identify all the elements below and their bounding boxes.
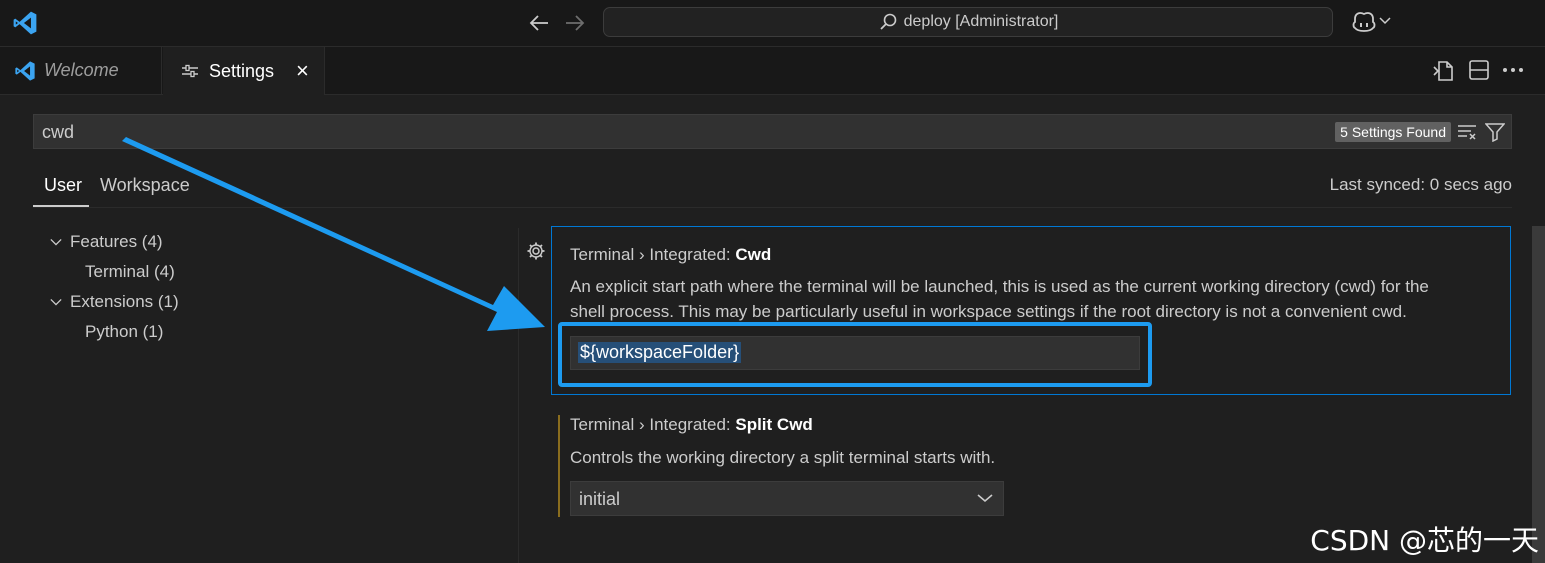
sync-status: Last synced: 0 secs ago (1329, 175, 1512, 194)
setting-title: Terminal › Integrated: Split Cwd (570, 415, 813, 435)
scope-tab-workspace[interactable]: Workspace (100, 175, 190, 196)
result-count-badge: 5 Settings Found (1335, 122, 1451, 142)
setting-description: Controls the working directory a split t… (570, 448, 996, 467)
tab-settings[interactable]: Settings × (163, 47, 325, 95)
tab-welcome-label: Welcome (44, 60, 119, 80)
setting-name: Cwd (735, 245, 772, 264)
annotation-highlight-box (558, 322, 1152, 387)
command-center-label: deploy [Administrator] (903, 13, 1059, 30)
watermark: CSDN @芯的一天 (1310, 524, 1539, 557)
settings-sliders-icon (182, 64, 198, 78)
chevron-down-icon[interactable] (1379, 16, 1391, 26)
filter-icon[interactable] (1485, 122, 1505, 142)
split-editor-icon[interactable] (1468, 59, 1490, 81)
setting-name: Split Cwd (735, 415, 813, 434)
search-icon (879, 13, 896, 30)
vscode-logo-icon[interactable] (12, 10, 38, 36)
toc-label: Extensions (1) (70, 292, 179, 311)
setting-category: Terminal › Integrated: (570, 245, 736, 264)
description-line: An explicit start path where the termina… (570, 277, 1429, 296)
split-cwd-select[interactable]: initial (570, 481, 1004, 516)
modified-indicator (558, 415, 560, 517)
settings-search-input[interactable]: cwd 5 Settings Found (33, 114, 1512, 149)
toc-item-extensions[interactable]: Extensions (1) (50, 292, 179, 312)
vscode-logo-icon (15, 60, 35, 81)
chevron-down-icon (50, 298, 62, 306)
open-settings-json-icon[interactable] (1432, 59, 1456, 83)
setting-category: Terminal › Integrated: (570, 415, 736, 434)
scrollbar[interactable] (1532, 226, 1545, 563)
back-arrow-icon[interactable] (528, 13, 550, 33)
forward-arrow-icon[interactable] (564, 13, 586, 33)
toc-sash[interactable] (518, 228, 519, 563)
toc-item-terminal[interactable]: Terminal (4) (85, 262, 175, 282)
chevron-down-icon (977, 494, 993, 503)
editor-tab-bar: Welcome Settings × (0, 47, 1545, 95)
setting-description: An explicit start path where the termina… (570, 274, 1429, 324)
scope-tab-user[interactable]: User (44, 175, 82, 196)
copilot-icon[interactable] (1351, 10, 1377, 34)
chevron-down-icon (50, 238, 62, 246)
clear-filter-icon[interactable] (1457, 123, 1477, 141)
more-actions-icon[interactable] (1502, 67, 1524, 73)
command-center[interactable]: deploy [Administrator] (603, 7, 1333, 37)
toc-item-features[interactable]: Features (4) (50, 232, 163, 252)
search-query: cwd (42, 122, 75, 142)
toc-label: Terminal (4) (85, 262, 175, 281)
setting-title: Terminal › Integrated: Cwd (570, 245, 771, 265)
divider (33, 207, 1512, 208)
toc-label: Python (1) (85, 322, 164, 341)
tab-close-button[interactable]: × (296, 58, 309, 84)
select-value: initial (579, 489, 621, 509)
toc-item-python[interactable]: Python (1) (85, 322, 163, 342)
title-bar: deploy [Administrator] (0, 0, 1545, 47)
gear-icon[interactable] (526, 241, 546, 261)
tab-welcome[interactable]: Welcome (0, 47, 162, 94)
toc-label: Features (4) (70, 232, 163, 251)
tab-settings-label: Settings (209, 60, 275, 81)
description-line: shell process. This may be particularly … (570, 302, 1407, 321)
